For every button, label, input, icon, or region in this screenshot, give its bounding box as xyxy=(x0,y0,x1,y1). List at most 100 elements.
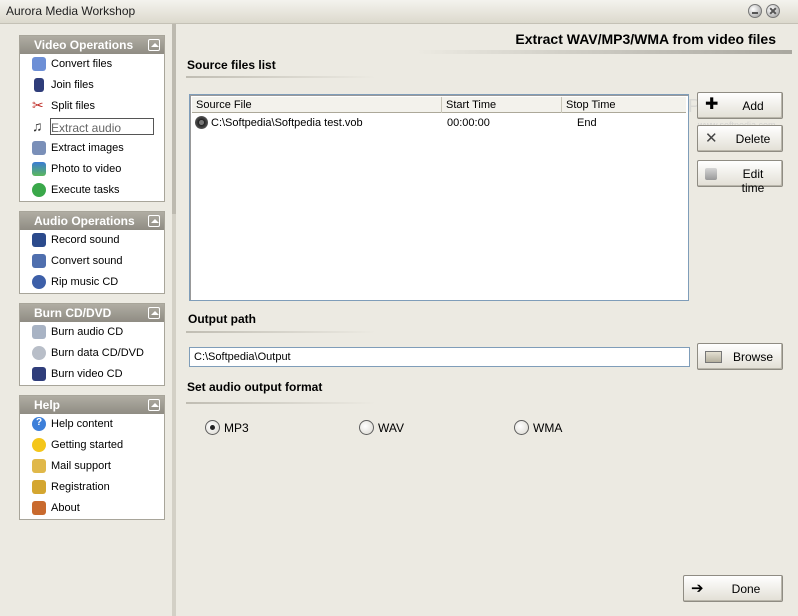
header-divider xyxy=(416,50,792,54)
sidebar-item-help-content[interactable]: ? Help content xyxy=(20,414,164,435)
sidebar-item-label: Join files xyxy=(51,79,94,91)
sidebar-item-label: Extract images xyxy=(51,142,124,154)
sidebar-item-burn-audio-cd[interactable]: Burn audio CD xyxy=(20,322,164,343)
sidebar-item-photo-to-video[interactable]: Photo to video xyxy=(20,159,164,180)
panel-header[interactable]: Audio Operations xyxy=(20,212,164,230)
video-cd-icon xyxy=(32,367,46,381)
output-path-label: Output path xyxy=(188,312,256,326)
sidebar-item-label: Registration xyxy=(51,481,110,493)
sidebar: Video Operations Convert files Join file… xyxy=(0,24,178,616)
column-start-time[interactable]: Start Time xyxy=(442,97,562,113)
section-divider xyxy=(186,402,376,404)
folder-icon xyxy=(705,351,722,363)
sidebar-scrollbar[interactable] xyxy=(172,24,176,616)
window-title: Aurora Media Workshop xyxy=(6,4,136,18)
sidebar-item-execute-tasks[interactable]: Execute tasks xyxy=(20,180,164,201)
smiley-icon xyxy=(32,438,46,452)
sidebar-item-label: Split files xyxy=(51,100,96,112)
sidebar-item-label: Burn video CD xyxy=(51,368,123,380)
sidebar-item-label: About xyxy=(51,502,80,514)
sidebar-item-record-sound[interactable]: Record sound xyxy=(20,230,164,251)
close-button[interactable] xyxy=(766,4,780,18)
done-button[interactable]: ➔ Done xyxy=(683,575,783,602)
delete-button-label: Delete xyxy=(735,132,771,146)
radio-label: MP3 xyxy=(224,421,249,435)
cell-stop-time: End xyxy=(577,117,597,129)
radio-label: WAV xyxy=(378,421,404,435)
radio-label: WMA xyxy=(533,421,563,435)
sidebar-item-label: Getting started xyxy=(51,439,124,451)
panel-video-operations: Video Operations Convert files Join file… xyxy=(19,35,165,202)
radio-button[interactable] xyxy=(514,420,529,435)
convert-files-icon xyxy=(32,57,46,71)
scrollbar-thumb[interactable] xyxy=(172,24,176,214)
plus-icon: ✚ xyxy=(705,96,719,113)
play-icon xyxy=(32,183,46,197)
edit-time-button[interactable]: Edit time xyxy=(697,160,783,195)
data-cd-icon xyxy=(32,346,46,360)
film-reel-icon xyxy=(195,116,208,129)
source-files-label: Source files list xyxy=(187,58,276,72)
sidebar-item-convert-files[interactable]: Convert files xyxy=(20,54,164,75)
panel-title: Burn CD/DVD xyxy=(34,306,112,320)
panel-header[interactable]: Video Operations xyxy=(20,36,164,54)
sidebar-item-registration[interactable]: Registration xyxy=(20,477,164,498)
panel-header[interactable]: Help xyxy=(20,396,164,414)
microphone-icon xyxy=(32,233,46,247)
delete-icon: ✕ xyxy=(705,130,718,147)
panel-audio-operations: Audio Operations Record sound Convert so… xyxy=(19,211,165,294)
column-source-file[interactable]: Source File xyxy=(192,97,442,113)
done-button-label: Done xyxy=(731,582,761,596)
cell-source-file: C:\Softpedia\Softpedia test.vob xyxy=(211,117,363,129)
output-path-field[interactable]: C:\Softpedia\Output xyxy=(189,347,690,367)
sidebar-item-burn-data-cd-dvd[interactable]: Burn data CD/DVD xyxy=(20,343,164,364)
main-content: Extract WAV/MP3/WMA from video files Sou… xyxy=(178,24,798,616)
sidebar-item-mail-support[interactable]: Mail support xyxy=(20,456,164,477)
sidebar-item-split-files[interactable]: ✂ Split files xyxy=(20,96,164,117)
sidebar-item-burn-video-cd[interactable]: Burn video CD xyxy=(20,364,164,385)
sidebar-item-convert-sound[interactable]: Convert sound xyxy=(20,251,164,272)
collapse-icon[interactable] xyxy=(148,307,160,319)
source-files-table[interactable]: Source File Start Time Stop Time C:\Soft… xyxy=(189,94,689,301)
add-button[interactable]: ✚ Add xyxy=(697,92,783,119)
audio-cd-icon xyxy=(32,325,46,339)
sidebar-item-label: Burn audio CD xyxy=(51,326,124,338)
sidebar-item-about[interactable]: About xyxy=(20,498,164,519)
music-note-icon: ♫ xyxy=(32,118,43,134)
panel-burn-cd-dvd: Burn CD/DVD Burn audio CD Burn data CD/D… xyxy=(19,303,165,386)
collapse-icon[interactable] xyxy=(148,39,160,51)
radio-button[interactable] xyxy=(359,420,374,435)
delete-button[interactable]: ✕ Delete xyxy=(697,125,783,152)
panel-title: Video Operations xyxy=(34,38,134,52)
speaker-icon xyxy=(32,254,46,268)
column-stop-time[interactable]: Stop Time xyxy=(562,97,686,113)
sidebar-item-label: Convert files xyxy=(51,58,113,70)
title-bar: Aurora Media Workshop xyxy=(0,0,798,24)
table-row[interactable]: C:\Softpedia\Softpedia test.vob 00:00:00… xyxy=(192,115,686,131)
add-button-label: Add xyxy=(742,99,764,113)
film-icon xyxy=(32,162,46,176)
sidebar-item-rip-music-cd[interactable]: Rip music CD xyxy=(20,272,164,293)
panel-header[interactable]: Burn CD/DVD xyxy=(20,304,164,322)
selection-box xyxy=(50,118,154,135)
question-icon: ? xyxy=(32,417,46,431)
sidebar-item-getting-started[interactable]: Getting started xyxy=(20,435,164,456)
browse-button-label: Browse xyxy=(732,350,773,364)
sidebar-item-extract-audio[interactable]: ♫ Extract audio xyxy=(20,117,164,138)
cell-start-time: 00:00:00 xyxy=(447,117,490,129)
home-icon xyxy=(32,501,46,515)
collapse-icon[interactable] xyxy=(148,399,160,411)
minimize-button[interactable] xyxy=(748,4,762,18)
cd-icon xyxy=(32,275,46,289)
sidebar-item-extract-images[interactable]: Extract images xyxy=(20,138,164,159)
sidebar-item-label: Record sound xyxy=(51,234,120,246)
browse-button[interactable]: Browse xyxy=(697,343,783,370)
panel-title: Help xyxy=(34,398,61,412)
radio-button-selected[interactable] xyxy=(205,420,220,435)
collapse-icon[interactable] xyxy=(148,215,160,227)
scissors-icon: ✂ xyxy=(32,97,44,113)
arrow-right-icon: ➔ xyxy=(691,580,704,597)
sidebar-item-join-files[interactable]: Join files xyxy=(20,75,164,96)
mail-icon xyxy=(32,459,46,473)
section-divider xyxy=(186,76,376,78)
